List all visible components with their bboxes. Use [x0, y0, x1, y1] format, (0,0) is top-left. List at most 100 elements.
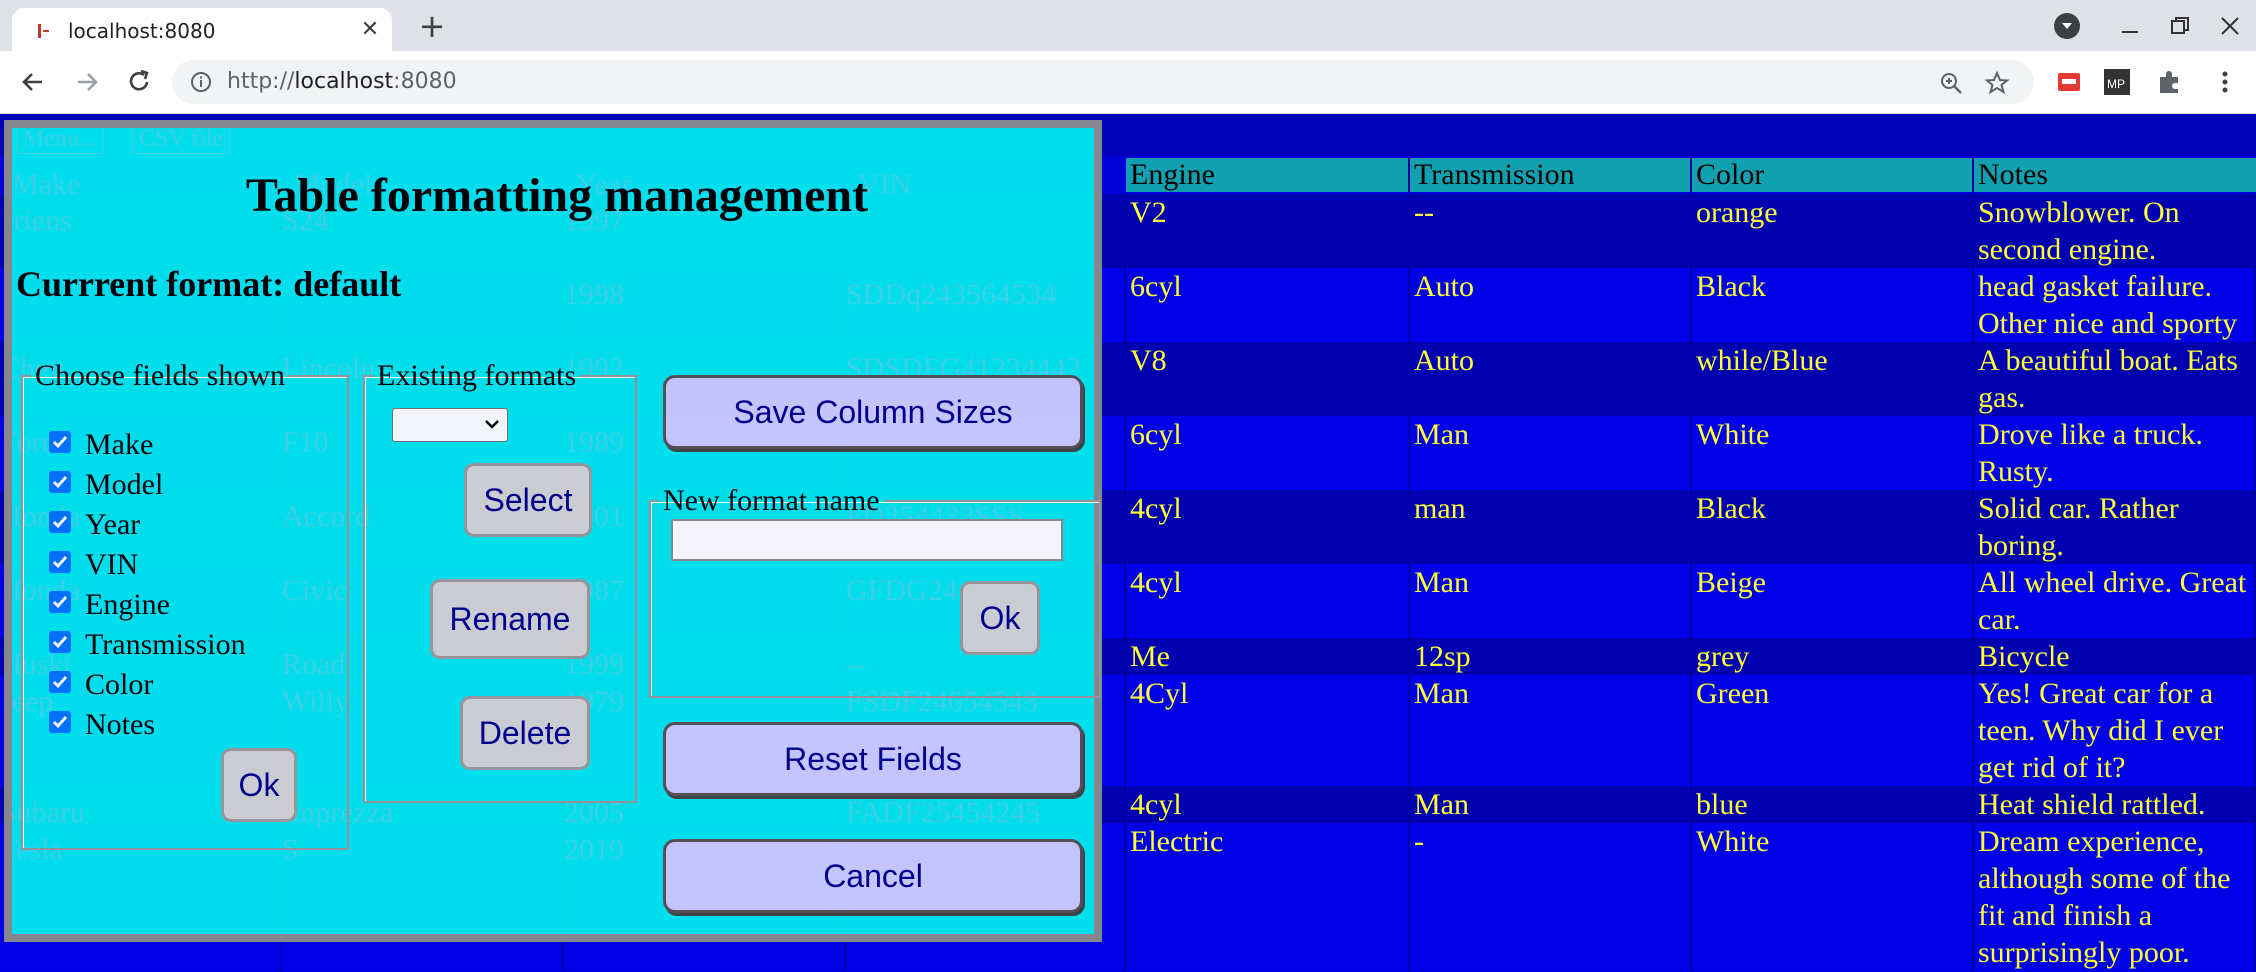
cell-engine[interactable]: 6cyl: [1126, 416, 1410, 490]
cell-transmission[interactable]: 12sp: [1410, 638, 1692, 675]
extensions-puzzle-icon[interactable]: [2154, 67, 2184, 97]
cell-color[interactable]: grey: [1692, 638, 1974, 675]
cell-transmission[interactable]: Auto: [1410, 268, 1692, 342]
url-host: localhost: [294, 69, 394, 94]
page-viewport: Engine Transmission Color Notes ariensS2…: [0, 114, 2256, 972]
checkbox-model[interactable]: [49, 471, 71, 493]
save-column-sizes-button[interactable]: Save Column Sizes: [663, 375, 1083, 449]
cell-color[interactable]: Beige: [1692, 564, 1974, 638]
minimize-icon[interactable]: [2116, 12, 2144, 40]
cell-notes[interactable]: head gasket failure. Other nice and spor…: [1974, 268, 2256, 342]
cell-color[interactable]: Black: [1692, 268, 1974, 342]
ghost-cell-vin: FADF25454245: [846, 796, 1041, 829]
chevron-down-icon: [485, 420, 499, 429]
forward-icon[interactable]: [70, 65, 104, 99]
cancel-button[interactable]: Cancel: [663, 839, 1083, 913]
cell-engine[interactable]: 4Cyl: [1126, 675, 1410, 786]
cell-transmission[interactable]: -: [1410, 823, 1692, 971]
field-label: VIN: [85, 548, 139, 581]
cell-notes[interactable]: Dream experience, although some of the f…: [1974, 823, 2256, 971]
cell-color[interactable]: blue: [1692, 786, 1974, 823]
cell-notes[interactable]: Bicycle: [1974, 638, 2256, 675]
checkmark-icon: [52, 676, 68, 689]
cell-engine[interactable]: 4cyl: [1126, 490, 1410, 564]
header-color[interactable]: Color: [1692, 158, 1974, 192]
checkmark-icon: [52, 636, 68, 649]
field-label: Make: [85, 428, 154, 461]
cell-color[interactable]: Green: [1692, 675, 1974, 786]
cell-engine[interactable]: 4cyl: [1126, 786, 1410, 823]
header-transmission[interactable]: Transmission: [1410, 158, 1692, 192]
browser-toolbar: http://localhost:8080 MP: [0, 51, 2256, 114]
cell-engine[interactable]: 4cyl: [1126, 564, 1410, 638]
fields-ok-button[interactable]: Ok: [221, 748, 297, 822]
info-icon[interactable]: [190, 71, 212, 93]
cell-engine[interactable]: Me: [1126, 638, 1410, 675]
cell-transmission[interactable]: Man: [1410, 786, 1692, 823]
cell-color[interactable]: White: [1692, 823, 1974, 971]
header-engine[interactable]: Engine: [1126, 158, 1410, 192]
cell-notes[interactable]: Drove like a truck. Rusty.: [1974, 416, 2256, 490]
new-format-name-input[interactable]: [671, 519, 1063, 561]
new-format-ok-button[interactable]: Ok: [960, 581, 1040, 655]
checkbox-make[interactable]: [49, 431, 71, 453]
select-format-button[interactable]: Select: [464, 463, 592, 537]
checkbox-engine[interactable]: [49, 591, 71, 613]
url-port: :8080: [393, 69, 457, 94]
cell-color[interactable]: White: [1692, 416, 1974, 490]
format-dropdown[interactable]: [392, 408, 508, 442]
mp-extension-icon[interactable]: MP: [2102, 67, 2132, 97]
close-window-icon[interactable]: [2216, 12, 2244, 40]
cell-notes[interactable]: Heat shield rattled.: [1974, 786, 2256, 823]
checkbox-year[interactable]: [49, 511, 71, 533]
reset-fields-button[interactable]: Reset Fields: [663, 722, 1083, 796]
pdf-extension-icon[interactable]: [2054, 67, 2084, 97]
reload-icon[interactable]: [122, 65, 156, 99]
browser-tab[interactable]: localhost:8080 ✕: [12, 8, 392, 51]
checkmark-icon: [52, 436, 68, 449]
cell-transmission[interactable]: --: [1410, 194, 1692, 268]
cell-color[interactable]: while/Blue: [1692, 342, 1974, 416]
cell-notes[interactable]: Yes! Great car for a teen. Why did I eve…: [1974, 675, 2256, 786]
close-tab-icon[interactable]: ✕: [356, 15, 384, 43]
checkbox-color[interactable]: [49, 671, 71, 693]
cell-notes[interactable]: All wheel drive. Great car.: [1974, 564, 2256, 638]
field-label: Color: [85, 668, 154, 701]
new-tab-icon[interactable]: +: [412, 10, 452, 42]
cell-notes[interactable]: A beautiful boat. Eats gas.: [1974, 342, 2256, 416]
checkbox-notes[interactable]: [49, 711, 71, 733]
rename-format-button[interactable]: Rename: [430, 579, 590, 659]
ghost-cell-vin: SDDq243564534: [846, 278, 1057, 311]
more-menu-icon[interactable]: [2210, 67, 2240, 97]
ghost-csv-button: CSV file: [132, 128, 231, 154]
cell-color[interactable]: orange: [1692, 194, 1974, 268]
cell-transmission[interactable]: Man: [1410, 416, 1692, 490]
address-bar[interactable]: http://localhost:8080: [172, 60, 2034, 104]
cell-engine[interactable]: 6cyl: [1126, 268, 1410, 342]
bookmark-star-icon[interactable]: [1984, 70, 2010, 96]
cell-transmission[interactable]: man: [1410, 490, 1692, 564]
zoom-icon[interactable]: [1938, 70, 1964, 96]
favicon-icon: [38, 24, 49, 38]
delete-format-button[interactable]: Delete: [460, 696, 590, 770]
checkmark-icon: [52, 556, 68, 569]
cell-engine[interactable]: Electric: [1126, 823, 1410, 971]
cell-transmission[interactable]: Man: [1410, 675, 1692, 786]
tab-search-icon[interactable]: [2054, 13, 2080, 39]
cell-transmission[interactable]: Auto: [1410, 342, 1692, 416]
checkbox-vin[interactable]: [49, 551, 71, 573]
cell-notes[interactable]: Solid car. Rather boring.: [1974, 490, 2256, 564]
cell-color[interactable]: Black: [1692, 490, 1974, 564]
field-label: Transmission: [85, 628, 246, 661]
header-notes[interactable]: Notes: [1974, 158, 2256, 192]
fields-legend: Choose fields shown: [35, 359, 285, 392]
browser-tab-bar: localhost:8080 ✕ +: [0, 0, 2256, 51]
cell-engine[interactable]: V8: [1126, 342, 1410, 416]
back-icon[interactable]: [16, 65, 50, 99]
checkbox-transmission[interactable]: [49, 631, 71, 653]
checkmark-icon: [52, 596, 68, 609]
restore-icon[interactable]: [2166, 12, 2194, 40]
cell-notes[interactable]: Snowblower. On second engine.: [1974, 194, 2256, 268]
cell-engine[interactable]: V2: [1126, 194, 1410, 268]
cell-transmission[interactable]: Man: [1410, 564, 1692, 638]
